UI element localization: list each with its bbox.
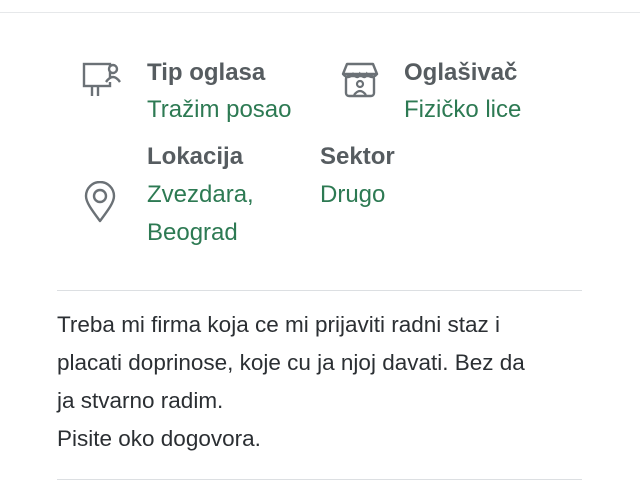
description-line: ja stvarno radim. [57, 388, 224, 413]
description-line: Pisite oko dogovora. [57, 426, 261, 451]
advertiser-label: Oglašivač [404, 59, 518, 86]
description-divider [57, 479, 582, 480]
ad-details-page: Tip oglasa Tražim posao Oglašivač Fizičk… [0, 0, 640, 489]
description-line: Treba mi firma koja ce mi prijaviti radn… [57, 312, 501, 337]
sector-label: Sektor [320, 143, 395, 170]
storefront-icon [341, 62, 379, 98]
location-label: Lokacija [147, 143, 244, 170]
location-value-region: Beograd [147, 219, 238, 246]
location-value-city: Zvezdara, [147, 181, 254, 208]
location-pin-icon [84, 181, 116, 223]
ad-type-value: Tražim posao [147, 96, 292, 123]
billboard-person-icon [82, 62, 121, 96]
ad-type-label: Tip oglasa [147, 59, 266, 86]
advertiser-value: Fizičko lice [404, 96, 522, 123]
sector-value: Drugo [320, 181, 386, 208]
top-divider [0, 12, 640, 13]
details-divider [57, 290, 582, 291]
ad-description: Treba mi firma koja ce mi prijaviti radn… [57, 306, 597, 458]
description-line: placati doprinose, koje cu ja njoj davat… [57, 350, 525, 375]
